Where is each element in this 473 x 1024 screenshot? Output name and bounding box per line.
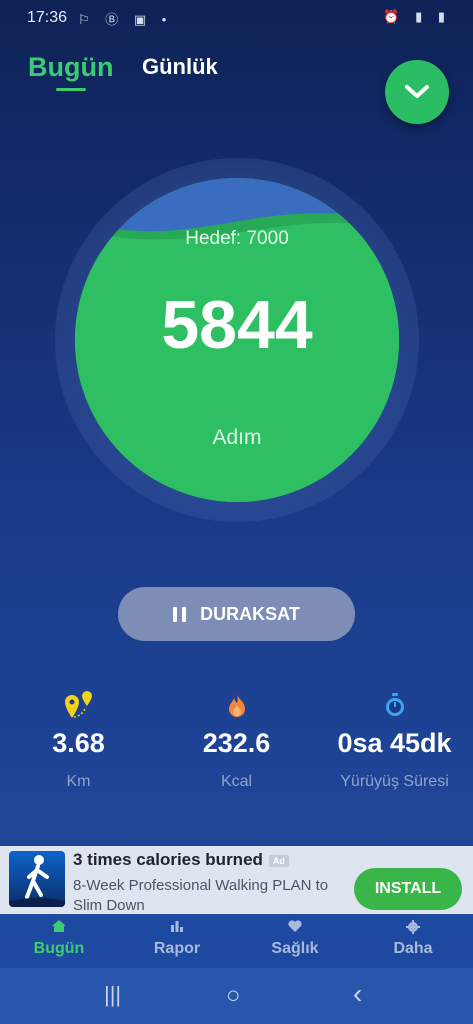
bottom-nav: Bugün Rapor Sağlık Daha <box>0 914 473 968</box>
active-tab-indicator <box>56 88 86 91</box>
calories-label: Kcal <box>220 773 253 790</box>
collapse-button[interactable] <box>385 60 449 124</box>
home-button[interactable]: ○ <box>226 982 241 1010</box>
ad-badge: Ad <box>268 854 289 867</box>
stopwatch-icon <box>385 693 404 716</box>
status-bar: 17:36 ⚐ Ⓑ ▣ • ⏰ ▮ ▮ <box>0 0 473 36</box>
bar-chart-icon <box>171 921 183 932</box>
nav-label-health: Sağlık <box>271 940 319 957</box>
duration-value: 0sa 45dk <box>337 728 452 758</box>
tab-today[interactable]: Bugün <box>28 52 113 83</box>
ad-banner[interactable]: 3 times calories burned Ad 8-Week Profess… <box>0 846 473 914</box>
goal-label: Hedef: 7000 <box>185 228 289 249</box>
flame-icon <box>228 694 245 717</box>
nav-label-more: Daha <box>393 940 433 957</box>
distance-stat: 3.68 Km <box>0 690 157 791</box>
ad-description[interactable]: 8-Week Professional Walking PLAN to Slim… <box>73 876 343 916</box>
back-button[interactable]: ‹ <box>353 978 362 1010</box>
chevron-down-icon <box>405 85 429 98</box>
nav-item-report[interactable]: Rapor <box>118 920 236 958</box>
step-count: 5844 <box>161 287 313 363</box>
location-pin-icon <box>64 691 92 718</box>
nav-label-report: Rapor <box>153 940 201 957</box>
system-nav-bar: ||| ○ ‹ <box>0 968 473 1024</box>
distance-label: Km <box>66 773 91 790</box>
distance-value: 3.68 <box>52 728 105 758</box>
status-time: 17:36 <box>27 9 68 26</box>
duration-label: Yürüyüş Süresi <box>340 773 449 790</box>
pause-button[interactable]: DURAKSAT <box>118 587 355 641</box>
ad-title[interactable]: 3 times calories burned Ad <box>73 850 289 870</box>
gear-icon <box>406 920 420 934</box>
step-unit: Adım <box>212 426 262 449</box>
calories-stat: 232.6 Kcal <box>158 690 315 791</box>
duration-stat: 0sa 45dk Yürüyüş Süresi <box>316 690 473 791</box>
heart-icon <box>288 920 302 932</box>
nav-item-health[interactable]: Sağlık <box>236 920 354 958</box>
home-icon <box>52 920 66 932</box>
nav-item-more[interactable]: Daha <box>354 920 472 958</box>
system-status-icons: ⏰ ▮ ▮ <box>383 9 451 24</box>
recents-button[interactable]: ||| <box>104 982 121 1008</box>
calories-value: 232.6 <box>202 728 271 758</box>
pause-icon <box>173 606 187 622</box>
tab-daily[interactable]: Günlük <box>142 54 218 80</box>
notification-icons: ⚐ Ⓑ ▣ • <box>78 12 173 27</box>
nav-item-today[interactable]: Bugün <box>0 920 118 958</box>
walking-person-icon <box>9 855 65 907</box>
step-progress-circle: Hedef: 7000 5844 Adım <box>75 178 399 502</box>
ad-image[interactable] <box>9 851 65 907</box>
nav-label-today: Bugün <box>33 940 85 957</box>
install-button[interactable]: INSTALL <box>354 868 462 910</box>
pause-button-label: DURAKSAT <box>200 603 300 624</box>
